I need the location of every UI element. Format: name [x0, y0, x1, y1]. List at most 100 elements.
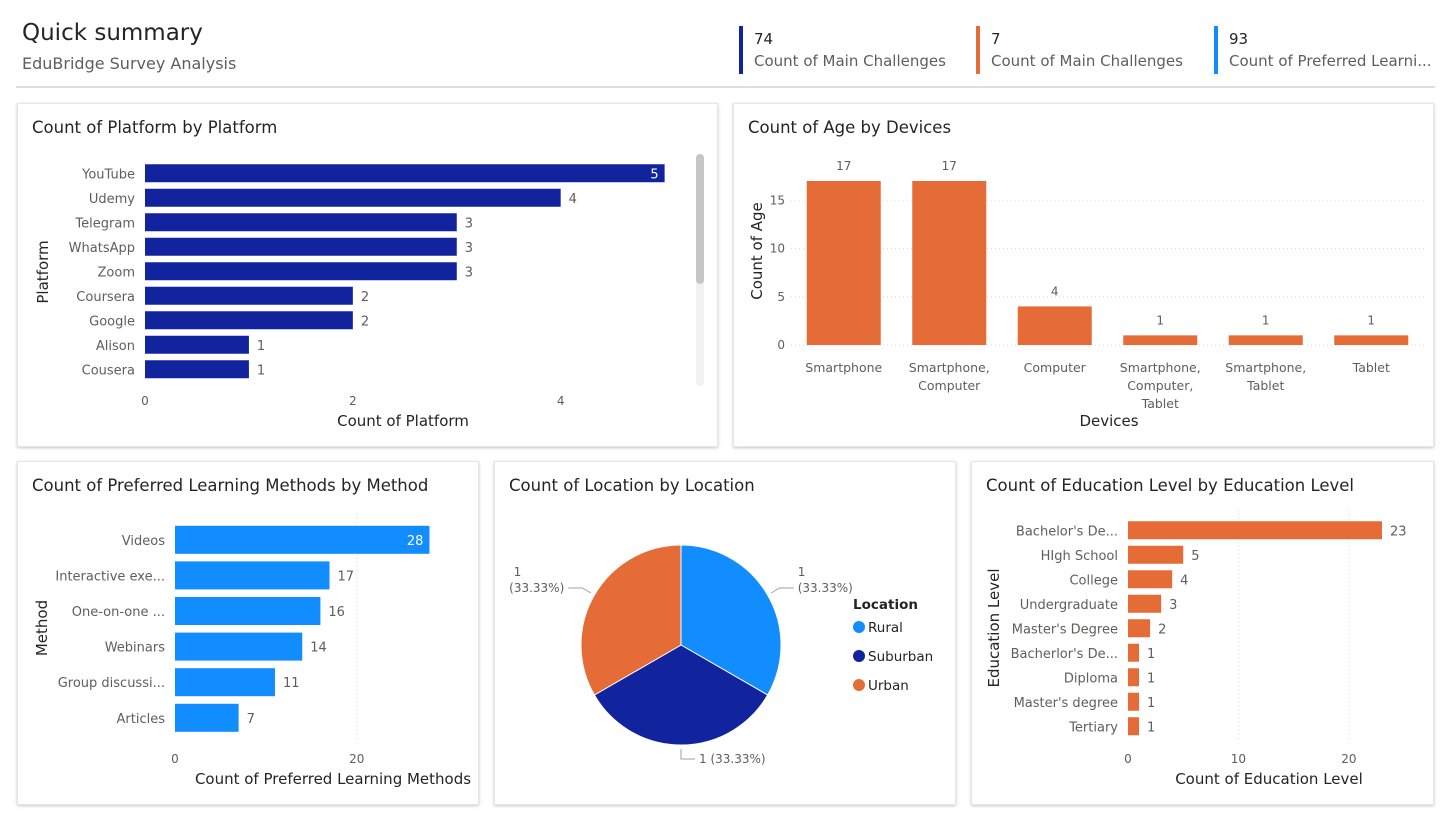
column[interactable]	[1334, 335, 1409, 345]
page-title: Quick summary	[22, 20, 203, 46]
bar[interactable]	[1128, 717, 1140, 736]
platform-chart-card[interactable]: Count of Platform by Platform YouTube 5 Ud…	[17, 103, 718, 447]
column[interactable]	[912, 181, 987, 345]
bar[interactable]	[175, 525, 430, 554]
bar[interactable]	[145, 237, 457, 256]
category-label: Zoom	[98, 265, 135, 280]
data-label: 1	[257, 339, 265, 354]
x-axis-title: Devices	[1079, 412, 1138, 430]
category-label: Computer	[918, 378, 981, 393]
y-axis-title: Method	[33, 600, 51, 656]
education-bar-chart: Bachelor's De... 23 HIgh School 5 College 4 Un…	[985, 510, 1407, 788]
kpi-card-main-challenges[interactable]: 74 Count of Main Challenges	[739, 26, 959, 74]
data-label: 1	[1147, 720, 1155, 735]
y-axis-title: Education Level	[985, 568, 1003, 687]
bar[interactable]	[145, 213, 457, 232]
data-label: 1	[1147, 696, 1155, 711]
bar[interactable]	[145, 360, 249, 379]
bar[interactable]	[175, 703, 239, 732]
x-axis-title: Count of Preferred Learning Methods	[195, 770, 471, 788]
data-label: 1	[1156, 313, 1164, 327]
category-label: Telegram	[74, 216, 135, 231]
data-label: 23	[1390, 524, 1407, 539]
bar[interactable]	[1128, 521, 1382, 540]
column[interactable]	[1017, 306, 1092, 345]
bar[interactable]	[175, 597, 321, 625]
bar[interactable]	[175, 632, 303, 661]
bar[interactable]	[1128, 619, 1151, 638]
kpi-value: 93	[1229, 30, 1249, 48]
slice-label-count: 1	[514, 565, 522, 579]
bar[interactable]	[145, 262, 457, 281]
category-label: Tablet	[1352, 360, 1390, 375]
legend-item: Urban	[868, 678, 909, 694]
x-tick-label: 2	[349, 394, 357, 408]
data-label: 2	[1158, 622, 1166, 637]
y-axis-title: Platform	[34, 240, 52, 303]
category-label: Videos	[122, 534, 165, 549]
data-label: 1	[1367, 313, 1375, 327]
kpi-label: Count of Main Challenges	[754, 52, 946, 70]
data-label: 1	[1147, 671, 1155, 686]
report-header: Quick summary EduBridge Survey Analysis …	[0, 0, 1449, 88]
bar[interactable]	[145, 164, 665, 183]
category-label: Interactive exe...	[55, 569, 165, 584]
column[interactable]	[1228, 335, 1303, 345]
bar[interactable]	[1128, 692, 1140, 711]
kpi-card-main-challenges-2[interactable]: 7 Count of Main Challenges	[976, 26, 1196, 74]
data-label: 4	[1180, 573, 1188, 588]
header-divider	[16, 86, 1435, 88]
x-tick-label: 20	[1341, 752, 1356, 766]
bar[interactable]	[175, 668, 275, 697]
category-label: Smartphone	[805, 360, 882, 375]
bar[interactable]	[145, 335, 249, 354]
data-label: 2	[361, 314, 369, 329]
x-axis-title: Count of Platform	[337, 412, 469, 430]
bar[interactable]	[1128, 594, 1162, 613]
scrollbar-thumb[interactable]	[696, 154, 704, 284]
devices-chart-card[interactable]: Count of Age by Devices 0 5 10 15 17 Smartpho…	[733, 103, 1434, 447]
y-tick-label: 10	[770, 242, 785, 256]
bar[interactable]	[175, 561, 330, 590]
data-label: 5	[1191, 549, 1199, 564]
column[interactable]	[806, 181, 881, 345]
category-label: Computer	[1024, 360, 1087, 375]
data-label: 28	[407, 534, 424, 549]
bar[interactable]	[145, 286, 353, 305]
kpi-accent-bar	[1214, 26, 1218, 74]
category-label: WhatsApp	[69, 241, 135, 256]
category-label: Tertiary	[1068, 720, 1118, 735]
methods-bar-chart: Videos 28 Interactive exe... 17 One-on-one .…	[33, 514, 471, 788]
category-label: Diploma	[1064, 671, 1118, 686]
category-label: Google	[89, 314, 135, 329]
category-label: Master's degree	[1014, 696, 1118, 711]
bar[interactable]	[1128, 545, 1184, 564]
x-tick-label: 0	[141, 394, 149, 408]
x-tick-label: 4	[557, 394, 565, 408]
bar[interactable]	[145, 311, 353, 330]
data-label: 17	[836, 159, 851, 173]
category-label: Tablet	[1141, 396, 1179, 411]
bar[interactable]	[1128, 668, 1140, 687]
x-tick-label: 0	[171, 752, 179, 766]
bar[interactable]	[1128, 643, 1140, 662]
methods-chart-card[interactable]: Count of Preferred Learning Methods by M…	[17, 461, 479, 805]
bar[interactable]	[145, 188, 561, 207]
y-tick-label: 0	[777, 338, 785, 352]
data-label: 3	[465, 241, 473, 256]
kpi-value: 7	[991, 30, 1001, 48]
column[interactable]	[1123, 335, 1198, 345]
kpi-card-preferred-learning[interactable]: 93 Count of Preferred Learni...	[1214, 26, 1434, 74]
location-chart-card[interactable]: Count of Location by Location 1 (33.33%) 1…	[494, 461, 956, 805]
category-label: Smartphone,	[909, 360, 990, 375]
data-label: 2	[361, 290, 369, 305]
y-axis-title: Count of Age	[748, 202, 766, 300]
education-chart-card[interactable]: Count of Education Level by Education Le…	[971, 461, 1434, 805]
category-label: Master's Degree	[1012, 622, 1118, 637]
bar[interactable]	[1128, 570, 1173, 589]
x-axis-title: Count of Education Level	[1175, 770, 1363, 788]
location-pie-chart: 1(33.33%)1 (33.33%)1(33.33%)LocationRura…	[509, 544, 933, 766]
data-label: 11	[283, 676, 300, 691]
category-label: HIgh School	[1041, 549, 1118, 564]
data-label: 17	[942, 159, 957, 173]
